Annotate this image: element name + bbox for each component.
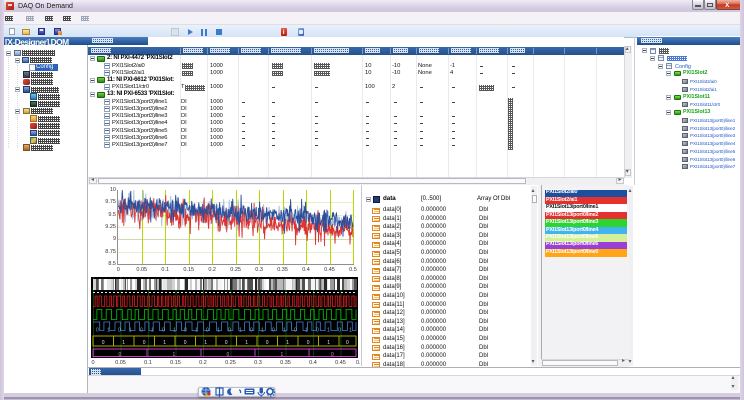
svg-text:1: 1 [107,328,110,334]
svg-text:1: 1 [163,340,166,346]
svg-text:0: 0 [227,352,230,358]
svg-text:0: 0 [331,352,334,358]
svg-text:0: 0 [338,328,341,334]
svg-text:1: 1 [327,340,330,346]
svg-text:1: 1 [129,328,132,334]
svg-text:0: 0 [140,328,143,334]
svg-text:0: 0 [102,340,105,346]
svg-text:0: 0 [294,328,297,334]
svg-text:0: 0 [272,328,275,334]
svg-text:1: 1 [261,328,264,334]
svg-text:1: 1 [217,328,220,334]
svg-text:0: 0 [118,328,121,334]
svg-text:1: 1 [239,328,242,334]
svg-text:0: 0 [346,340,349,346]
svg-text:0: 0 [184,328,187,334]
svg-text:0: 0 [228,328,231,334]
svg-text:0: 0 [119,352,122,358]
svg-text:0: 0 [225,340,228,346]
svg-text:1: 1 [283,328,286,334]
svg-text:0: 0 [266,340,269,346]
svg-text:1: 1 [286,340,289,346]
svg-text:1: 1 [281,352,284,358]
svg-text:1: 1 [195,328,198,334]
svg-text:0: 0 [316,328,319,334]
svg-text:0: 0 [250,328,253,334]
svg-text:1: 1 [245,340,248,346]
svg-text:1: 1 [349,328,352,334]
svg-text:1: 1 [173,352,176,358]
svg-text:1: 1 [327,328,330,334]
svg-text:1: 1 [305,328,308,334]
svg-text:1: 1 [151,328,154,334]
svg-text:0: 0 [206,328,209,334]
svg-text:0: 0 [162,328,165,334]
svg-text:0: 0 [96,328,99,334]
svg-text:0: 0 [307,340,310,346]
svg-text:0: 0 [184,340,187,346]
svg-text:1: 1 [173,328,176,334]
svg-text:0: 0 [143,340,146,346]
svg-text:1: 1 [122,340,125,346]
svg-text:1: 1 [204,340,207,346]
